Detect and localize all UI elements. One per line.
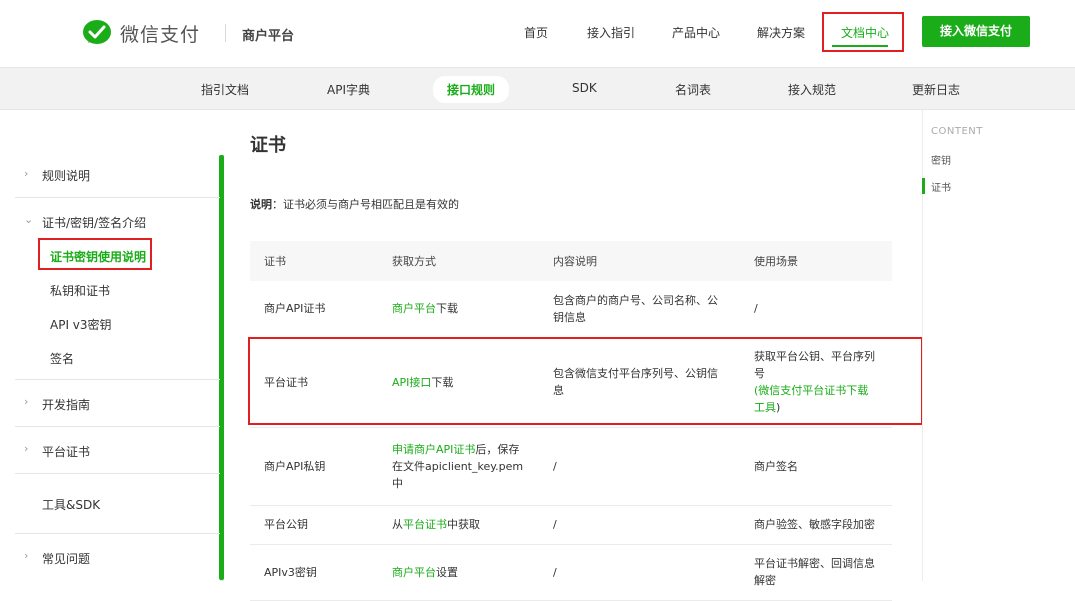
subnav-sdk[interactable]: SDK	[572, 81, 597, 95]
sidebar-item-privatekey-cert[interactable]: 私钥和证书	[50, 282, 110, 299]
table-row: 商户API证书 商户平台下载 包含商户的商户号、公司名称、公钥信息 /	[250, 281, 892, 338]
sidebar-item-label: 平台证书	[42, 445, 91, 459]
highlight-box-docs	[822, 12, 904, 52]
subnav-api-dict[interactable]: API字典	[327, 81, 370, 98]
sidebar-group-dev-guide[interactable]: › 开发指南	[15, 380, 220, 427]
subnav-interface-rules[interactable]: 接口规则	[433, 76, 510, 103]
highlight-box-sidebar	[38, 238, 152, 270]
col-header-cert: 证书	[250, 241, 378, 281]
sidebar-item-label[interactable]: 证书/密钥/签名介绍	[42, 214, 146, 231]
chevron-right-icon: ›	[24, 442, 29, 455]
cell-method: 商户平台下载	[378, 281, 539, 338]
subnav-integration-spec[interactable]: 接入规范	[788, 81, 836, 98]
toc-title: CONTENT	[931, 126, 983, 137]
sidebar-group-tools-sdk[interactable]: 工具&SDK	[15, 474, 220, 534]
cell-cert-name: 平台公钥	[250, 505, 378, 545]
cell-cert-name-link[interactable]: APIv3密钥	[250, 544, 378, 601]
cell-usage: 平台证书解密、回调信息解密	[740, 544, 892, 601]
chevron-right-icon: ›	[24, 549, 29, 562]
sidebar-item-label: 工具&SDK	[42, 498, 101, 512]
brand-divider	[225, 24, 226, 42]
cell-cert-name: 商户API证书	[250, 281, 378, 338]
table-row: 商户API私钥 申请商户API证书后，保存在文件apiclient_key.pe…	[250, 427, 892, 506]
sidebar-item-signature[interactable]: 签名	[50, 350, 74, 367]
subnav-glossary[interactable]: 名词表	[675, 81, 711, 98]
sub-brand: 商户平台	[242, 29, 295, 44]
topnav-home[interactable]: 首页	[524, 24, 548, 41]
sidebar-item-label: 开发指南	[42, 398, 91, 412]
method-suffix: 中获取	[447, 518, 480, 531]
sidebar-group-rules[interactable]: › 规则说明	[15, 150, 220, 198]
cell-content: /	[539, 427, 740, 506]
chevron-right-icon: ›	[24, 395, 29, 408]
sidebar-group-faq[interactable]: › 常见问题	[15, 534, 220, 581]
sidebar-group-platform-cert[interactable]: › 平台证书	[15, 427, 220, 474]
cell-usage: 商户签名	[740, 427, 892, 506]
method-prefix: 从	[392, 518, 403, 531]
highlight-box-platform-cert-row	[248, 337, 923, 425]
cell-method: 商户平台设置	[378, 544, 539, 601]
link-merchant-platform[interactable]: 商户平台	[392, 566, 436, 579]
table-row: APIv3密钥 商户平台设置 / 平台证书解密、回调信息解密	[250, 544, 892, 601]
cell-method: 申请商户API证书后，保存在文件apiclient_key.pem中	[378, 427, 539, 506]
sidebar-item-label: 常见问题	[42, 552, 91, 566]
table-row: 平台公钥 从平台证书中获取 / 商户验签、敏感字段加密	[250, 505, 892, 545]
link-merchant-platform[interactable]: 商户平台	[392, 302, 436, 315]
topnav-guide[interactable]: 接入指引	[587, 24, 635, 41]
col-header-usage: 使用场景	[740, 241, 892, 281]
toc-item-key[interactable]: 密钥	[931, 152, 951, 167]
table-header-row: 证书 获取方式 内容说明 使用场景	[250, 241, 892, 281]
wechatpay-logo-icon	[83, 20, 111, 44]
page-title: 证书	[250, 135, 286, 156]
subnav-guide-docs[interactable]: 指引文档	[201, 81, 249, 98]
doc-subnav: 指引文档 API字典 接口规则 SDK 名词表 接入规范 更新日志	[0, 67, 1075, 110]
topnav-products[interactable]: 产品中心	[672, 24, 720, 41]
cell-content: /	[539, 544, 740, 601]
sidebar-item-label: 规则说明	[42, 169, 91, 183]
col-header-content: 内容说明	[539, 241, 740, 281]
note-text: 说明：证书必须与商户号相匹配且是有效的	[250, 196, 459, 212]
cell-content: /	[539, 505, 740, 545]
cell-content: 包含商户的商户号、公司名称、公钥信息	[539, 281, 740, 338]
method-suffix: 设置	[436, 565, 458, 579]
note-label: 说明	[250, 198, 272, 211]
join-wechatpay-button[interactable]: 接入微信支付	[922, 16, 1030, 47]
wechatpay-logo[interactable]: 微信支付	[82, 18, 200, 48]
cell-cert-name: 商户API私钥	[250, 427, 378, 506]
cell-usage: 商户验签、敏感字段加密	[740, 505, 892, 545]
link-platform-cert[interactable]: 平台证书	[403, 518, 447, 531]
chevron-down-icon[interactable]: ⌄	[24, 213, 33, 226]
subnav-changelog[interactable]: 更新日志	[912, 81, 960, 98]
topnav-solutions[interactable]: 解决方案	[757, 24, 805, 41]
sidebar-item-apiv3-key[interactable]: API v3密钥	[50, 316, 112, 333]
cell-usage: /	[740, 281, 892, 338]
toc-active-indicator	[922, 178, 925, 194]
chevron-right-icon: ›	[24, 167, 29, 180]
sidebar-group-cert-key-sign: ⌄ 证书/密钥/签名介绍	[15, 198, 220, 380]
toc-item-cert[interactable]: 证书	[931, 179, 951, 194]
col-header-method: 获取方式	[378, 241, 539, 281]
note-body: ：证书必须与商户号相匹配且是有效的	[272, 198, 459, 211]
cell-method: 从平台证书中获取	[378, 505, 539, 545]
link-apply-api-cert[interactable]: 申请商户API证书	[392, 443, 475, 456]
brand-name: 微信支付	[120, 23, 201, 46]
method-suffix: 下载	[436, 302, 458, 316]
top-header: 微信支付 商户平台 首页 接入指引 产品中心 解决方案 文档中心 接入微信支付	[0, 0, 1075, 67]
